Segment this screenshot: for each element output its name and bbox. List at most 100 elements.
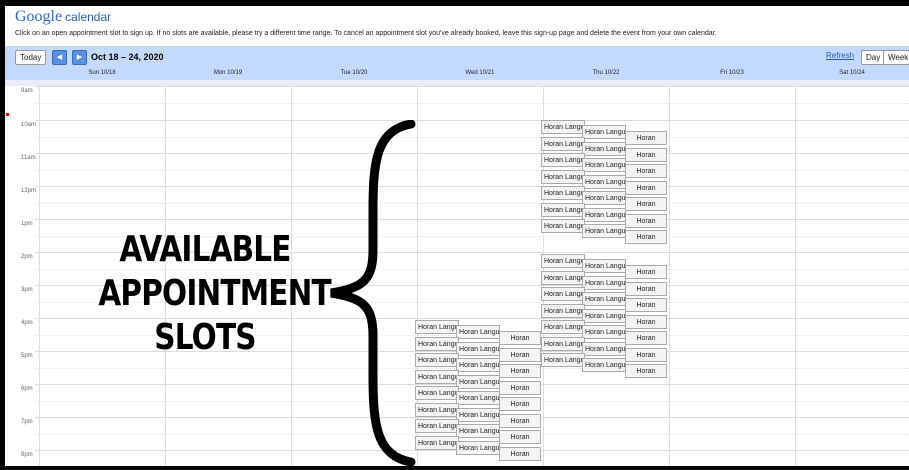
appointment-slot-button[interactable]: Horan Langu xyxy=(415,320,459,334)
appointment-slot-button[interactable]: Horan Langu xyxy=(456,374,500,389)
appointment-slot-button[interactable]: Horan xyxy=(499,331,541,345)
appointment-slot-button[interactable]: Horan xyxy=(625,281,667,296)
google-logo: Google xyxy=(15,8,62,25)
appointment-slot-button[interactable]: Horan Langu xyxy=(541,303,585,318)
google-calendar-logo[interactable]: Google calendar xyxy=(15,8,111,28)
appointment-slot-button[interactable]: Horan xyxy=(625,197,667,211)
appointment-slot-button[interactable]: Horan Langu xyxy=(541,136,585,151)
appointment-slot-button[interactable]: Horan xyxy=(625,180,667,195)
appointment-slot-button[interactable]: Horan Langu xyxy=(541,186,585,200)
hour-label: 4pm xyxy=(21,320,33,326)
appointment-slot-button[interactable]: Horan Langu xyxy=(582,224,626,238)
appointment-slot-button[interactable]: Horan Langu xyxy=(582,259,626,273)
appointment-slot-button[interactable]: Horan Langu xyxy=(582,207,626,222)
hour-label: 7pm xyxy=(21,419,33,425)
day-view-button[interactable]: Day xyxy=(861,50,886,65)
appointment-slot-button[interactable]: Horan xyxy=(499,446,541,461)
day-header-fri: Fri 10/23 xyxy=(720,70,744,76)
appointment-slot-button[interactable]: Horan Langu xyxy=(541,287,585,301)
appointment-slot-button[interactable]: Horan xyxy=(499,364,541,378)
next-week-button[interactable]: ▶ xyxy=(72,50,87,65)
day-column-divider xyxy=(669,86,670,466)
annotation-line: APPOINTMENT xyxy=(98,273,331,314)
appointment-slot-button[interactable]: Horan xyxy=(625,131,667,145)
appointment-slot-button[interactable]: Horan Langu xyxy=(582,341,626,356)
appointment-slot-button[interactable]: Horan Langu xyxy=(541,169,585,184)
appointment-slot-button[interactable]: Horan Langu xyxy=(541,120,585,134)
appointment-slot-button[interactable]: Horan xyxy=(625,147,667,162)
appointment-slot-button[interactable]: Horan Langu xyxy=(456,358,500,372)
appointment-slot-button[interactable]: Horan Langu xyxy=(456,341,500,356)
logo-text: Google xyxy=(15,8,63,25)
appointment-slot-button[interactable]: Horan Langu xyxy=(415,336,459,351)
chevron-left-icon: ◀ xyxy=(56,54,63,61)
appointment-slot-button[interactable]: Horan Langu xyxy=(541,320,585,334)
date-range: Oct 18 – 24, 2020 xyxy=(91,52,164,62)
appointment-slot-button[interactable]: Horan Langu xyxy=(541,353,585,367)
appointment-slot-button[interactable]: Horan Langu xyxy=(415,369,459,384)
appointment-slot-button[interactable]: Horan Langu xyxy=(582,191,626,205)
day-column-divider xyxy=(39,86,40,466)
appointment-slot-button[interactable]: Horan Langu xyxy=(582,275,626,290)
appointment-slot-button[interactable]: Horan Langu xyxy=(582,292,626,306)
appointment-slot-button[interactable]: Horan Langu xyxy=(541,270,585,285)
appointment-slot-button[interactable]: Horan Langu xyxy=(582,325,626,339)
appointment-slot-button[interactable]: Horan Langu xyxy=(456,424,500,438)
hour-gridline xyxy=(35,120,909,121)
appointment-slot-button[interactable]: Horan xyxy=(625,298,667,312)
hour-label: 1pm xyxy=(21,221,33,227)
appointment-slot-button[interactable]: Horan Langu xyxy=(541,336,585,351)
day-header-mon: Mon 10/19 xyxy=(213,70,243,76)
appointment-slot-button[interactable]: Horan Langu xyxy=(415,402,459,417)
appointment-slot-button[interactable]: Horan Langu xyxy=(456,391,500,405)
appointment-slot-button[interactable]: Horan xyxy=(499,413,541,428)
calendar-toolbar: Today ◀ ▶ Oct 18 – 24, 2020 Refresh Day … xyxy=(5,46,909,68)
appointment-slot-button[interactable]: Horan xyxy=(625,331,667,345)
appointment-slot-button[interactable]: Horan Langu xyxy=(582,308,626,323)
hour-label: 9am xyxy=(21,88,33,94)
day-header-sun: Sun 10/18 xyxy=(88,70,116,76)
appointment-slot-button[interactable]: Horan Langu xyxy=(582,158,626,172)
appointment-slot-button[interactable]: Horan Langu xyxy=(456,407,500,422)
appointment-slot-button[interactable]: Horan xyxy=(625,314,667,329)
appointment-slot-button[interactable]: Horan xyxy=(625,265,667,279)
appointment-slot-button[interactable]: Horan xyxy=(499,430,541,444)
hour-label: 5pm xyxy=(21,353,33,359)
appointment-slot-button[interactable]: Horan Langu xyxy=(415,419,459,433)
appointment-slot-button[interactable]: Horan Langu xyxy=(541,153,585,167)
appointment-slot-button[interactable]: Horan Langu xyxy=(415,386,459,400)
hour-gridline xyxy=(35,86,909,87)
appointment-slot-button[interactable]: Horan Langu xyxy=(582,125,626,139)
appointment-slot-button[interactable]: Horan Langu xyxy=(582,141,626,156)
half-hour-gridline xyxy=(35,103,909,104)
appointment-slot-button[interactable]: Horan xyxy=(625,230,667,244)
refresh-link[interactable]: Refresh xyxy=(826,51,854,60)
appointment-slot-button[interactable]: Horan Langu xyxy=(415,353,459,367)
appointment-slot-button[interactable]: Horan Langu xyxy=(541,219,585,233)
appointment-slot-button[interactable]: Horan xyxy=(625,364,667,378)
appointment-slot-button[interactable]: Horan xyxy=(499,347,541,362)
prev-week-button[interactable]: ◀ xyxy=(52,50,67,65)
week-view-button[interactable]: Week xyxy=(883,50,909,65)
appointment-slot-button[interactable]: Horan Langu xyxy=(541,202,585,217)
appointment-slot-button[interactable]: Horan Langu xyxy=(541,254,585,268)
appointment-slot-button[interactable]: Horan xyxy=(625,164,667,178)
appointment-slot-button[interactable]: Horan xyxy=(625,347,667,362)
hour-label: 3pm xyxy=(21,287,33,293)
day-header-wed: Wed 10/21 xyxy=(465,70,495,76)
appointment-slot-button[interactable]: Horan Langu xyxy=(582,174,626,189)
appointment-slot-button[interactable]: Horan xyxy=(499,397,541,411)
annotation-line: AVAILABLE xyxy=(119,229,291,270)
day-header-thu: Thu 10/22 xyxy=(592,70,620,76)
instructions-text: Click on an open appointment slot to sig… xyxy=(15,30,717,37)
hour-label: 11am xyxy=(21,155,36,161)
hour-label: 2pm xyxy=(21,254,33,260)
appointment-slot-button[interactable]: Horan xyxy=(499,380,541,395)
appointment-slot-button[interactable]: Horan Langu xyxy=(582,358,626,372)
appointment-slot-button[interactable]: Horan Langu xyxy=(456,325,500,339)
appointment-slot-button[interactable]: Horan Langu xyxy=(415,435,459,450)
appointment-slot-button[interactable]: Horan Langu xyxy=(456,440,500,455)
today-button[interactable]: Today xyxy=(15,50,47,65)
appointment-slot-button[interactable]: Horan xyxy=(625,213,667,228)
annotation-text: AVAILABLE APPOINTMENT SLOTS xyxy=(98,228,331,360)
